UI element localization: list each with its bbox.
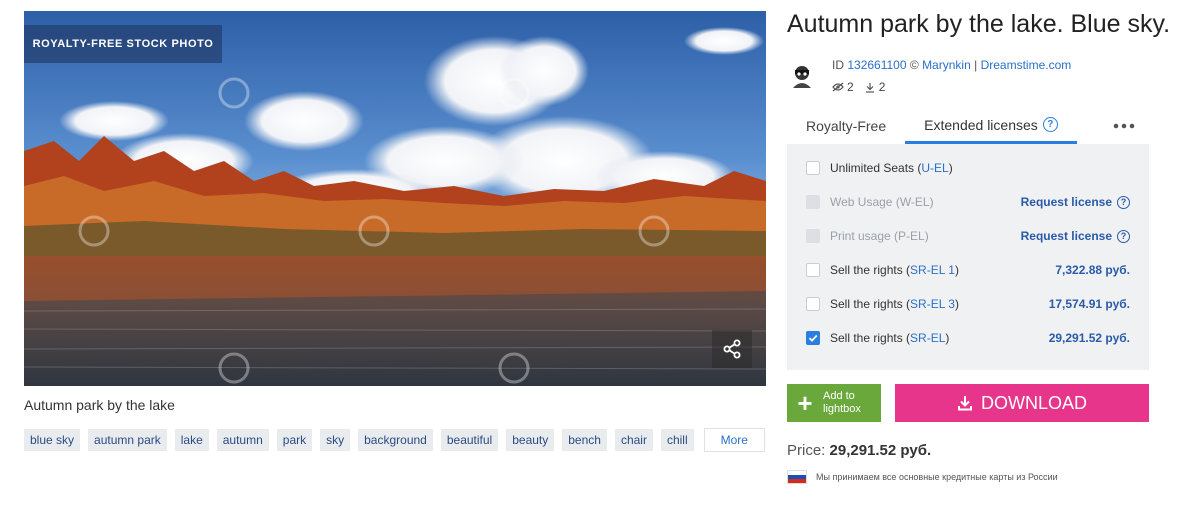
tag-item[interactable]: autumn park <box>88 429 167 451</box>
download-icon <box>957 396 972 411</box>
tag-item[interactable]: park <box>276 429 313 451</box>
views-icon <box>832 82 844 92</box>
license-row-u-el[interactable]: Unlimited Seats (U-EL) <box>787 151 1149 185</box>
download-count-icon <box>865 82 874 93</box>
license-checkbox[interactable] <box>806 297 820 311</box>
help-icon[interactable]: ? <box>1117 195 1130 209</box>
license-row-sr-el-3[interactable]: Sell the rights (SR-EL 3) 17,574.91 руб. <box>787 287 1149 321</box>
site-link[interactable]: Dreamstime.com <box>981 58 1072 72</box>
image-meta: ID 132661100 © Marynkin | Dreamstime.com <box>832 58 1071 72</box>
license-label: Web Usage (W-EL) <box>830 195 934 209</box>
request-license-link[interactable]: Request license? <box>1021 195 1130 209</box>
price-value: 29,291.52 руб. <box>829 442 932 459</box>
more-dots-icon <box>1113 123 1135 129</box>
help-icon[interactable]: ? <box>1117 229 1130 243</box>
tag-item[interactable]: chair <box>614 429 653 451</box>
license-checkbox[interactable] <box>806 161 820 175</box>
extended-license-panel: Unlimited Seats (U-EL) Web Usage (W-EL) … <box>787 144 1149 370</box>
license-checkbox[interactable] <box>806 263 820 277</box>
license-checkbox[interactable] <box>806 331 820 345</box>
license-row-w-el: Web Usage (W-EL) Request license? <box>787 185 1149 219</box>
license-price: 17,574.91 руб. <box>1048 297 1130 311</box>
share-button[interactable] <box>712 330 752 368</box>
stock-photo[interactable]: ROYALTY-FREE STOCK PHOTO <box>24 11 766 386</box>
license-tabs: Royalty-Free Extended licenses ? <box>787 108 1149 144</box>
russia-flag-icon <box>787 470 807 484</box>
tab-royalty-free[interactable]: Royalty-Free <box>787 108 905 144</box>
tag-item[interactable]: beautiful <box>440 429 499 451</box>
license-checkbox <box>806 195 820 209</box>
tab-extended-licenses[interactable]: Extended licenses ? <box>905 108 1077 144</box>
license-label: Sell the rights (SR-EL 1) <box>830 263 959 277</box>
tag-item[interactable]: beauty <box>506 429 555 451</box>
license-price: 29,291.52 руб. <box>1048 331 1130 345</box>
photo-scene <box>24 11 766 386</box>
lightbox-label: Add to lightbox <box>823 390 861 415</box>
downloads-count: 2 <box>878 80 886 94</box>
copyright-symbol: © <box>909 58 919 72</box>
price-display: Price: 29,291.52 руб. <box>787 442 931 459</box>
license-label: Sell the rights (SR-EL) <box>830 331 950 345</box>
page-title: Autumn park by the lake. Blue sky. <box>787 10 1171 38</box>
tag-item[interactable]: bench <box>562 429 607 451</box>
more-tags-button[interactable]: More <box>703 428 765 452</box>
tab-royalty-free-label: Royalty-Free <box>806 118 887 134</box>
license-checkbox <box>806 229 820 243</box>
tag-item[interactable]: background <box>358 429 433 451</box>
checkmark-icon <box>808 334 818 342</box>
tag-list: blue sky autumn park lake autumn park sk… <box>24 428 765 452</box>
help-icon[interactable]: ? <box>1042 117 1058 132</box>
license-row-sr-el-1[interactable]: Sell the rights (SR-EL 1) 7,322.88 руб. <box>787 253 1149 287</box>
image-id-link[interactable]: 132661100 <box>847 58 906 72</box>
meta-separator: | <box>974 58 978 72</box>
download-label: DOWNLOAD <box>980 392 1087 413</box>
payment-cards-note: Мы принимаем все основные кредитные карт… <box>816 472 1058 482</box>
license-label: Unlimited Seats (U-EL) <box>830 161 953 175</box>
author-link[interactable]: Marynkin <box>922 58 971 72</box>
download-button[interactable]: DOWNLOAD <box>895 384 1149 422</box>
more-options-button[interactable] <box>1099 108 1149 144</box>
license-row-sr-el[interactable]: Sell the rights (SR-EL) 29,291.52 руб. <box>787 321 1149 355</box>
royalty-free-badge: ROYALTY-FREE STOCK PHOTO <box>24 25 222 63</box>
views-count: 2 <box>847 80 854 94</box>
price-label: Price: <box>787 442 826 459</box>
add-to-lightbox-button[interactable]: + Add to lightbox <box>787 384 881 422</box>
license-label: Print usage (P-EL) <box>830 229 929 243</box>
share-icon <box>723 339 741 359</box>
author-avatar-icon[interactable] <box>787 60 817 90</box>
image-stats: 2 2 <box>832 80 885 94</box>
tag-item[interactable]: autumn <box>216 429 269 451</box>
views-stat: 2 <box>832 80 854 94</box>
plus-icon: + <box>797 388 813 418</box>
photo-caption: Autumn park by the lake <box>24 397 175 413</box>
request-license-link[interactable]: Request license? <box>1021 229 1130 243</box>
tag-item[interactable]: sky <box>320 429 351 451</box>
license-price: 7,322.88 руб. <box>1055 263 1130 277</box>
tag-item[interactable]: chill <box>660 429 694 451</box>
id-prefix: ID <box>832 58 844 72</box>
tab-extended-label: Extended licenses <box>924 116 1038 133</box>
tag-item[interactable]: lake <box>174 429 209 451</box>
downloads-stat: 2 <box>864 80 886 94</box>
tag-item[interactable]: blue sky <box>24 429 81 451</box>
license-row-p-el: Print usage (P-EL) Request license? <box>787 219 1149 253</box>
license-label: Sell the rights (SR-EL 3) <box>830 297 959 311</box>
